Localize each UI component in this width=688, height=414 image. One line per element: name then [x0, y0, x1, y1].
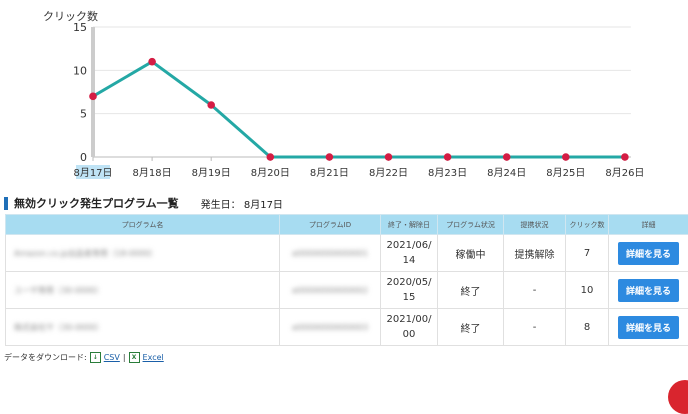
col-header-program-name: プログラム名: [6, 215, 280, 235]
x-tick-label: 8月25日: [546, 167, 585, 179]
data-point: [89, 93, 97, 101]
x-tick-label: 8月20日: [251, 167, 290, 179]
program-status-cell: 稼働中: [438, 235, 504, 272]
col-header-partner-status: 提携状況: [504, 215, 566, 235]
csv-file-icon: ↓: [90, 352, 101, 363]
section-title-text: 無効クリック発生プログラム一覧: [14, 195, 179, 211]
data-point: [207, 101, 215, 109]
table-row: Amazon.co.jp出品者専用（18-0000） a000000000000…: [6, 235, 688, 272]
col-header-program-id: プログラムID: [280, 215, 381, 235]
y-tick-label: 0: [80, 151, 87, 164]
data-point: [503, 153, 511, 161]
download-label: データをダウンロード:: [4, 352, 87, 363]
data-point: [562, 153, 570, 161]
partner-status-cell: 提携解除: [504, 235, 566, 272]
data-point: [326, 153, 334, 161]
col-header-clicks: クリック数: [566, 215, 609, 235]
x-tick-label: 8月26日: [605, 167, 644, 179]
detail-cell: 詳細を見る: [609, 272, 688, 309]
program-name-cell: Amazon.co.jp出品者専用（18-0000）: [6, 235, 280, 272]
program-status-cell: 終了: [438, 309, 504, 346]
clicks-line-chart: 051015クリック数8月17日8月18日8月19日8月20日8月21日8月22…: [0, 0, 688, 185]
partner-status-cell: -: [504, 272, 566, 309]
col-header-detail: 詳細: [609, 215, 688, 235]
program-id-cell: a00000000000001: [280, 235, 381, 272]
clicks-cell: 8: [566, 309, 609, 346]
program-name-cell: ユーザ専用（30-0000）: [6, 272, 280, 309]
detail-button[interactable]: 詳細を見る: [618, 316, 679, 339]
data-point: [148, 58, 156, 66]
data-point: [621, 153, 629, 161]
program-table: プログラム名 プログラムID 終了・解除日 プログラム状況 提携状況 クリック数…: [5, 214, 688, 346]
excel-download-link[interactable]: Excel: [143, 353, 164, 362]
y-axis-label: クリック数: [43, 10, 98, 23]
x-tick-label: 8月18日: [133, 167, 172, 179]
download-separator: |: [123, 353, 126, 362]
detail-cell: 詳細を見る: [609, 309, 688, 346]
detail-cell: 詳細を見る: [609, 235, 688, 272]
clicks-cell: 10: [566, 272, 609, 309]
table-row: 株式会社サ（30-0000） a00000000000003 2021/00/0…: [6, 309, 688, 346]
table-header-row: プログラム名 プログラムID 終了・解除日 プログラム状況 提携状況 クリック数…: [6, 215, 688, 235]
data-point: [444, 153, 452, 161]
x-tick-label: 8月24日: [487, 167, 526, 179]
detail-button[interactable]: 詳細を見る: [618, 279, 679, 302]
x-tick-label: 8月21日: [310, 167, 349, 179]
series-line: [93, 62, 625, 157]
program-id-cell: a00000000000003: [280, 309, 381, 346]
partner-status-cell: -: [504, 309, 566, 346]
x-tick-label: 8月22日: [369, 167, 408, 179]
csv-download-link[interactable]: CSV: [104, 353, 120, 362]
y-tick-label: 5: [80, 108, 87, 121]
hover-indicator: [91, 27, 95, 157]
data-point: [267, 153, 275, 161]
end-date-cell: 2021/00/00: [381, 309, 438, 346]
end-date-cell: 2021/06/14: [381, 235, 438, 272]
x-tick-label: 8月17日: [73, 167, 112, 179]
excel-file-icon: X: [129, 352, 140, 363]
col-header-end-date: 終了・解除日: [381, 215, 438, 235]
x-tick-label: 8月19日: [192, 167, 231, 179]
data-point: [385, 153, 393, 161]
table-row: ユーザ専用（30-0000） a00000000000002 2020/05/1…: [6, 272, 688, 309]
program-name-cell: 株式会社サ（30-0000）: [6, 309, 280, 346]
x-tick-label: 8月23日: [428, 167, 467, 179]
end-date-cell: 2020/05/15: [381, 272, 438, 309]
corner-badge: [668, 380, 688, 414]
clicks-cell: 7: [566, 235, 609, 272]
download-bar: データをダウンロード: ↓ CSV | X Excel: [4, 352, 164, 363]
col-header-program-status: プログラム状況: [438, 215, 504, 235]
detail-button[interactable]: 詳細を見る: [618, 242, 679, 265]
occurrence-date: 発生日： 8月17日: [201, 196, 283, 211]
program-id-cell: a00000000000002: [280, 272, 381, 309]
section-title: 無効クリック発生プログラム一覧 発生日： 8月17日: [4, 196, 283, 210]
program-status-cell: 終了: [438, 272, 504, 309]
y-tick-label: 10: [73, 64, 87, 77]
section-title-marker: [4, 197, 8, 210]
